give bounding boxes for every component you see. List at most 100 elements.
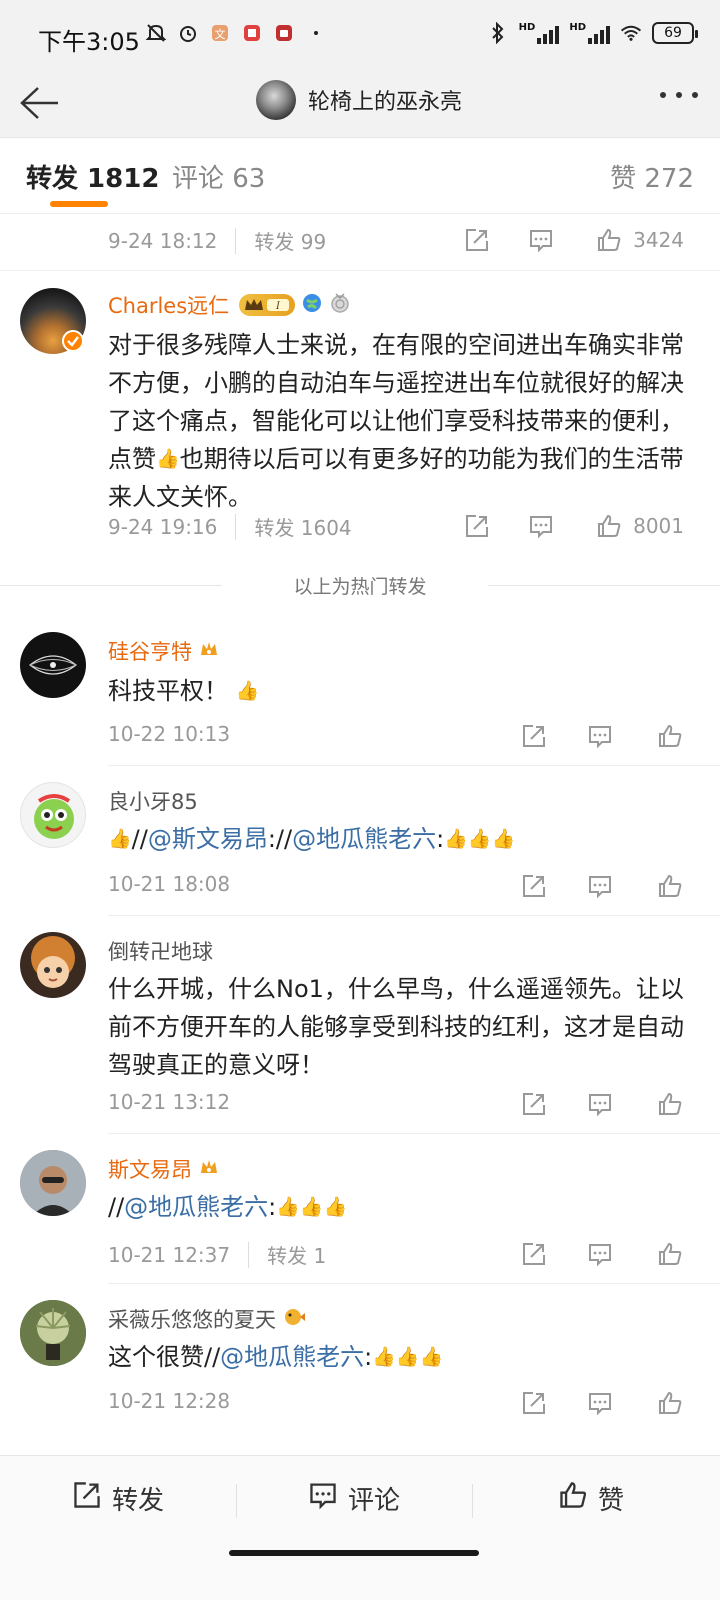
user-name[interactable]: 硅谷亨特 (108, 636, 220, 666)
svg-text:文: 文 (215, 27, 226, 41)
app-notification-icon (241, 22, 263, 44)
comment-icon[interactable] (586, 1389, 614, 1417)
comment-icon[interactable] (527, 226, 555, 254)
post-text-part: // (108, 1193, 125, 1221)
comment-icon[interactable] (586, 722, 614, 750)
status-bar: 下午3:05 文 HD HD 69 (0, 0, 720, 72)
mention-link[interactable]: @地瓜熊老六 (124, 1193, 268, 1221)
like-icon[interactable] (656, 722, 684, 750)
repost-count[interactable]: 转发 1 (267, 1240, 326, 1269)
nav-header: 轮椅上的巫永亮 (0, 72, 720, 138)
app-notification-icon (273, 22, 295, 44)
signal-2-label: HD (569, 22, 586, 33)
comment-icon[interactable] (527, 512, 555, 540)
repost-actions (520, 722, 684, 750)
like-icon[interactable] (595, 226, 623, 254)
share-icon[interactable] (463, 226, 491, 254)
tab-repost[interactable]: 转发 1812 (26, 158, 159, 195)
repost-date: 9-24 19:16 (108, 514, 218, 539)
post-text-part: // (131, 825, 148, 853)
divider (108, 915, 720, 916)
divider (472, 1484, 473, 1518)
battery-icon: 69 (652, 22, 698, 44)
thumbs-up-emoji-icon: 👍 (156, 448, 180, 470)
repost-meta: 10-21 12:37 转发 1 (108, 1240, 326, 1269)
battery-level: 69 (664, 25, 682, 41)
profile-title[interactable]: 轮椅上的巫永亮 (256, 80, 462, 120)
alarm-icon (177, 22, 199, 44)
mention-link[interactable]: @地瓜熊老六 (292, 825, 436, 853)
repost-actions: 3424 (463, 226, 684, 254)
avatar[interactable] (20, 932, 86, 998)
post-text: 这个很赞//@地瓜熊老六:👍👍👍 (108, 1338, 698, 1376)
divider (108, 1133, 720, 1134)
user-name[interactable]: 良小牙85 (108, 786, 198, 816)
comment-button[interactable]: 评论 (308, 1480, 400, 1517)
app-notification-icon: 文 (209, 22, 231, 44)
like-button[interactable]: 赞 (558, 1480, 624, 1517)
user-name[interactable]: 斯文易昂 (108, 1154, 220, 1184)
bluetooth-icon (487, 22, 509, 44)
comment-icon[interactable] (586, 872, 614, 900)
tab-like[interactable]: 赞 272 (610, 158, 694, 195)
avatar (256, 80, 296, 120)
like-icon[interactable] (656, 872, 684, 900)
signal-2-icon: HD (569, 22, 610, 44)
user-name[interactable]: Charles远仁 I (108, 290, 351, 320)
like-icon[interactable] (595, 512, 623, 540)
back-arrow-icon (20, 87, 58, 119)
comment-icon[interactable] (586, 1240, 614, 1268)
avatar[interactable] (20, 1300, 86, 1366)
user-name-text: 采薇乐悠悠的夏天 (108, 1308, 276, 1332)
repost-date: 10-21 12:28 (108, 1389, 231, 1413)
user-name[interactable]: 倒转卍地球 (108, 936, 213, 966)
repost-meta: 9-24 19:16 转发 1604 (108, 512, 352, 541)
repost-count[interactable]: 转发 99 (254, 226, 326, 255)
post-text-part: 也期待以后可以有更多好的功能为我们的生活带来人文关怀。 (108, 445, 684, 511)
repost-actions (520, 1090, 684, 1118)
avatar[interactable] (20, 782, 86, 848)
like-icon[interactable] (656, 1240, 684, 1268)
vip-badge-icon: I (239, 294, 296, 316)
mention-link[interactable]: @斯文易昂 (148, 825, 268, 853)
repost-meta: 10-21 13:12 (108, 1090, 230, 1114)
share-icon[interactable] (520, 722, 548, 750)
comment-icon[interactable] (586, 1090, 614, 1118)
avatar[interactable] (20, 1150, 86, 1216)
post-text-part: 这个很赞// (108, 1343, 221, 1371)
like-icon[interactable] (656, 1389, 684, 1417)
user-name-text: 斯文易昂 (108, 1158, 192, 1182)
mute-icon (145, 22, 167, 44)
share-icon[interactable] (520, 1389, 548, 1417)
back-button[interactable] (16, 80, 62, 126)
status-notification-icons: 文 (145, 22, 327, 44)
page: 下午3:05 文 HD HD 69 轮椅上的巫永亮 转发 1812 评论 63 … (0, 0, 720, 1600)
share-icon[interactable] (520, 1240, 548, 1268)
more-options-icon[interactable] (660, 92, 698, 98)
share-icon[interactable] (520, 872, 548, 900)
tab-comment[interactable]: 评论 63 (172, 158, 265, 195)
status-right-icons: HD HD 69 (487, 22, 698, 44)
like-button-label: 赞 (598, 1486, 625, 1516)
crown-badge-icon (198, 638, 220, 665)
thumbs-up-emoji-icon: 👍👍👍 (444, 828, 516, 850)
like-icon[interactable] (656, 1090, 684, 1118)
crown-badge-icon (198, 1156, 220, 1183)
user-name[interactable]: 采薇乐悠悠的夏天 (108, 1304, 306, 1334)
repost-meta: 10-21 18:08 (108, 872, 230, 896)
share-icon[interactable] (463, 512, 491, 540)
share-icon[interactable] (520, 1090, 548, 1118)
tab-bar: 转发 1812 评论 63 赞 272 (0, 138, 720, 214)
share-icon (72, 1480, 102, 1517)
mention-link[interactable]: @地瓜熊老六 (220, 1343, 364, 1371)
comment-icon (308, 1480, 338, 1517)
avatar[interactable] (20, 632, 86, 698)
repost-button[interactable]: 转发 (72, 1480, 164, 1517)
repost-actions (520, 872, 684, 900)
more-notifications-dot-icon (305, 22, 327, 44)
home-indicator[interactable] (229, 1550, 479, 1556)
post-text-part: : (268, 1193, 277, 1221)
thumbs-up-emoji-icon: 👍👍👍 (372, 1346, 444, 1368)
repost-meta: 10-21 12:28 (108, 1389, 230, 1413)
repost-count[interactable]: 转发 1604 (254, 512, 351, 541)
